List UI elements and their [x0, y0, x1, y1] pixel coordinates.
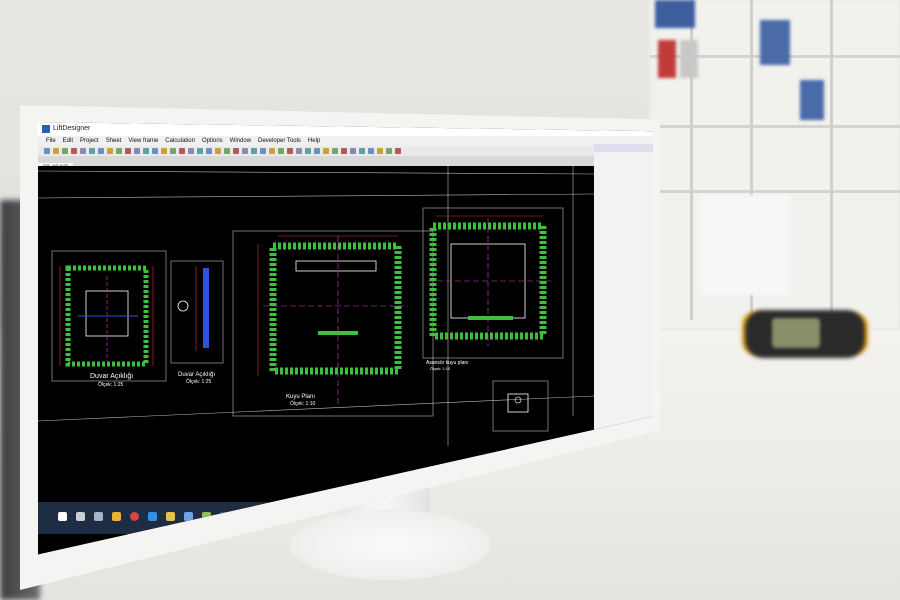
- view3-scale: Ölçek: 1:10: [290, 400, 316, 407]
- toolbar-button[interactable]: [368, 148, 374, 154]
- binder: [658, 40, 676, 78]
- search-icon[interactable]: [76, 512, 85, 521]
- document-tab-strip: 20-43.bl3: [38, 156, 653, 173]
- toolbar: [38, 146, 653, 156]
- view2-border: [170, 260, 224, 364]
- view5-border: [492, 380, 549, 432]
- toolbar-button[interactable]: [179, 148, 185, 154]
- toolbar-button[interactable]: [296, 148, 302, 154]
- toolbar-button[interactable]: [395, 148, 401, 154]
- menu-developer-tools[interactable]: Developer Tools: [258, 138, 301, 144]
- edge-icon[interactable]: [148, 512, 157, 521]
- toolbar-button[interactable]: [251, 148, 257, 154]
- menu-calculation[interactable]: Calculation: [165, 138, 195, 144]
- toolbar-button[interactable]: [359, 148, 365, 154]
- menu-project[interactable]: Project: [80, 138, 99, 144]
- binder: [655, 0, 695, 28]
- menu-file[interactable]: File: [46, 138, 56, 144]
- toolbar-button[interactable]: [323, 148, 329, 154]
- panel-header: [594, 144, 653, 152]
- app-logo-icon: [42, 125, 50, 133]
- properties-panel[interactable]: [594, 144, 653, 434]
- view2-section: [177, 266, 209, 351]
- binder: [800, 80, 824, 120]
- toolbar-button[interactable]: [161, 148, 167, 154]
- toolbar-button[interactable]: [377, 148, 383, 154]
- view3-plan: [257, 235, 408, 406]
- toolbar-button[interactable]: [287, 148, 293, 154]
- toolbar-button[interactable]: [278, 148, 284, 154]
- view5-detail: [507, 393, 529, 413]
- toolbar-button[interactable]: [44, 148, 50, 154]
- frame-line: [38, 193, 595, 199]
- toolbar-button[interactable]: [116, 148, 122, 154]
- binder: [680, 40, 698, 78]
- start-icon[interactable]: [58, 512, 67, 521]
- toolbar-button[interactable]: [197, 148, 203, 154]
- toolbar-button[interactable]: [98, 148, 104, 154]
- toolbar-button[interactable]: [332, 148, 338, 154]
- toolbar-button[interactable]: [206, 148, 212, 154]
- menu-options[interactable]: Options: [202, 138, 223, 144]
- toolbar-button[interactable]: [53, 148, 59, 154]
- toolbar-button[interactable]: [350, 148, 356, 154]
- task-view-icon[interactable]: [94, 512, 103, 521]
- toolbar-button[interactable]: [170, 148, 176, 154]
- store-icon[interactable]: [184, 512, 193, 521]
- toolbar-button[interactable]: [242, 148, 248, 154]
- toolbar-button[interactable]: [134, 148, 140, 154]
- menu-sheet[interactable]: Sheet: [106, 138, 122, 144]
- toolbar-button[interactable]: [305, 148, 311, 154]
- toolbar-button[interactable]: [314, 148, 320, 154]
- view2-title: Duvar Açıklığı: [178, 372, 215, 378]
- view1-plan: [59, 265, 154, 367]
- toolbar-button[interactable]: [341, 148, 347, 154]
- toolbar-button[interactable]: [89, 148, 95, 154]
- shelf-post: [830, 0, 833, 320]
- monitor-stand-base: [290, 510, 490, 580]
- menu-view-frame[interactable]: View frame: [128, 138, 158, 144]
- chrome-icon[interactable]: [130, 512, 139, 521]
- folder-icon[interactable]: [112, 512, 121, 521]
- toolbar-button[interactable]: [62, 148, 68, 154]
- shelf-divider: [650, 125, 900, 128]
- view3-title: Kuyu Planı: [286, 394, 315, 400]
- view1-scale: Ölçek: 1:25: [98, 381, 124, 388]
- menu-window[interactable]: Window: [230, 138, 251, 144]
- menu-edit[interactable]: Edit: [63, 138, 73, 144]
- frame-line: [38, 170, 595, 175]
- toolbar-button[interactable]: [233, 148, 239, 154]
- toolbar-button[interactable]: [152, 148, 158, 154]
- shelf-divider: [650, 190, 900, 193]
- view3-border: [232, 230, 434, 417]
- multimeter-display: [772, 318, 820, 348]
- explorer-icon[interactable]: [166, 512, 175, 521]
- toolbar-button[interactable]: [125, 148, 131, 154]
- toolbar-button[interactable]: [107, 148, 113, 154]
- frame-line: [38, 395, 595, 422]
- menu-bar: File Edit Project Sheet View frame Calculatio…: [38, 136, 653, 146]
- toolbar-button[interactable]: [260, 148, 266, 154]
- toolbar-button[interactable]: [80, 148, 86, 154]
- view4-plan: [428, 215, 553, 346]
- toolbar-button[interactable]: [386, 148, 392, 154]
- toolbar-button[interactable]: [143, 148, 149, 154]
- toolbar-button[interactable]: [215, 148, 221, 154]
- toolbar-button[interactable]: [224, 148, 230, 154]
- binder: [760, 20, 790, 65]
- view2-scale: Ölçek: 1:25: [186, 378, 212, 385]
- cabinet: [700, 195, 790, 295]
- app-title: LiftDesigner: [53, 125, 91, 132]
- menu-help[interactable]: Help: [308, 138, 320, 144]
- photo-scene: LiftDesigner ✕ FileEditProjectSheetView …: [0, 0, 900, 600]
- view4-scale: Ölçek: 1:10: [430, 366, 451, 371]
- view1-title: Duvar Açıklığı: [90, 373, 133, 380]
- toolbar-button[interactable]: [71, 148, 77, 154]
- toolbar-button[interactable]: [269, 148, 275, 154]
- toolbar-button[interactable]: [188, 148, 194, 154]
